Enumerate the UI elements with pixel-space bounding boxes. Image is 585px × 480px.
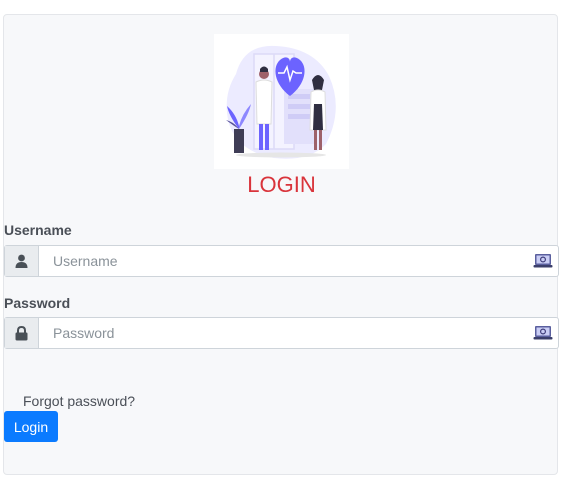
username-input[interactable] bbox=[39, 246, 528, 276]
user-icon bbox=[5, 246, 39, 276]
forgot-password-link[interactable]: Forgot password? bbox=[23, 393, 135, 409]
password-input-group bbox=[4, 317, 559, 349]
username-label: Username bbox=[4, 222, 72, 238]
username-input-group bbox=[4, 245, 559, 277]
login-button[interactable]: Login bbox=[4, 411, 58, 442]
password-input[interactable] bbox=[39, 318, 528, 348]
lock-icon bbox=[5, 318, 39, 348]
doctors-illustration bbox=[214, 34, 349, 169]
login-title: LOGIN bbox=[247, 172, 316, 197]
password-manager-icon[interactable] bbox=[528, 318, 558, 348]
password-manager-icon[interactable] bbox=[528, 246, 558, 276]
login-card: LOGIN Username Password bbox=[3, 14, 559, 475]
password-label: Password bbox=[4, 295, 71, 311]
